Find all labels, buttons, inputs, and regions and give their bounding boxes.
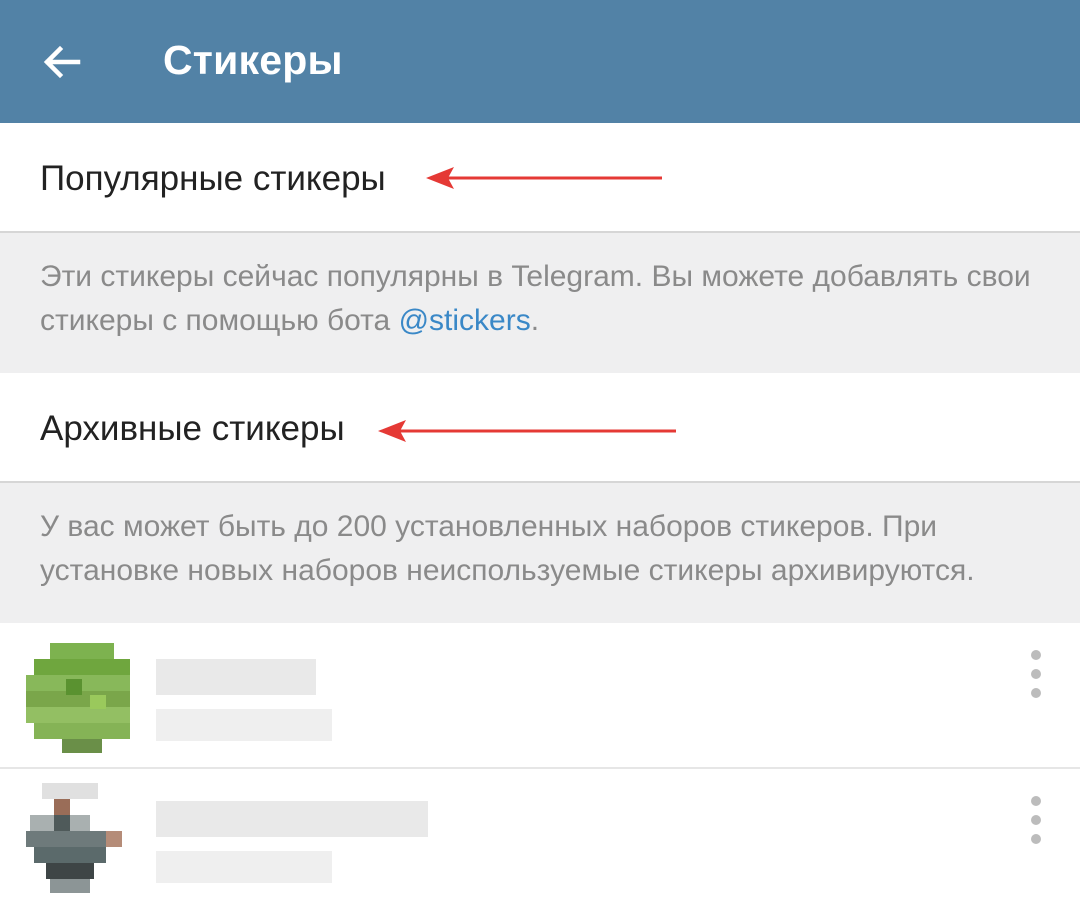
archived-stickers-item[interactable]: Архивные стикеры xyxy=(0,373,1080,483)
arrow-left-icon xyxy=(43,45,81,79)
popular-stickers-item[interactable]: Популярные стикеры xyxy=(0,123,1080,233)
sticker-set-count-placeholder xyxy=(156,851,332,883)
sticker-set-thumbnail xyxy=(26,783,122,893)
sticker-set-title-placeholder xyxy=(156,801,428,837)
annotation-arrow-icon xyxy=(426,167,662,189)
annotation-arrow-icon xyxy=(378,420,676,442)
stickers-bot-link[interactable]: @stickers xyxy=(399,304,531,337)
sticker-set-title-placeholder xyxy=(156,659,316,695)
popular-description-end: . xyxy=(530,304,540,337)
popular-stickers-label: Популярные стикеры xyxy=(40,159,386,198)
archived-stickers-description: У вас может быть до 200 установленных на… xyxy=(40,510,975,587)
more-vert-icon[interactable] xyxy=(1024,650,1048,698)
sticker-set-count-placeholder xyxy=(156,709,332,741)
sticker-set-row[interactable] xyxy=(0,769,1080,918)
page-title: Стикеры xyxy=(163,37,343,83)
more-vert-icon[interactable] xyxy=(1024,796,1048,844)
app-bar: Стикеры xyxy=(0,0,1080,123)
popular-stickers-description: Эти стикеры сейчас популярны в Telegram.… xyxy=(40,255,1050,343)
sticker-set-row[interactable] xyxy=(0,623,1080,769)
archived-stickers-label: Архивные стикеры xyxy=(40,409,345,448)
sticker-set-thumbnail xyxy=(26,643,130,753)
back-button[interactable] xyxy=(34,34,90,90)
